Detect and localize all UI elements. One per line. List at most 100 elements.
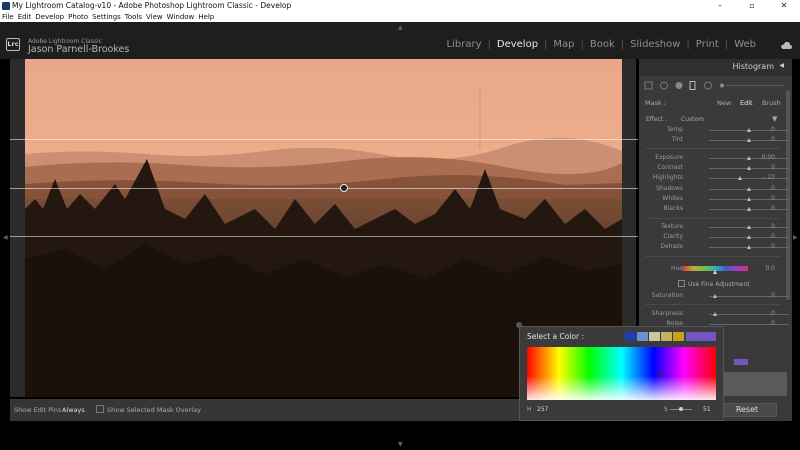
hue-value[interactable]: 0.0	[765, 265, 775, 272]
slider-temp-value[interactable]: 0	[771, 126, 775, 133]
slider-exposure-value[interactable]: 0.00	[762, 154, 775, 161]
close-button[interactable]: ✕	[768, 0, 800, 12]
radial-filter-icon[interactable]	[704, 81, 712, 90]
mask-edit-button[interactable]: Edit	[740, 99, 753, 107]
slider-contrast-value[interactable]: 0	[771, 164, 775, 171]
slider-temp[interactable]: Temp 0	[639, 126, 789, 135]
histogram-header[interactable]: Histogram ◀	[639, 59, 792, 76]
show-edit-pins-select[interactable]: Always	[62, 399, 85, 421]
left-panel-arrow-icon[interactable]: ◀	[3, 234, 8, 241]
effect-disclosure-icon[interactable]: ▼	[772, 115, 777, 123]
slider-knob[interactable]	[746, 225, 751, 229]
slider-shadows[interactable]: Shadows 0	[639, 185, 789, 194]
show-mask-overlay-checkbox[interactable]: Show Selected Mask Overlay	[96, 399, 201, 421]
slider-knob[interactable]	[746, 245, 751, 249]
slider-knob[interactable]	[746, 187, 751, 191]
slider-texture[interactable]: Texture 0	[639, 223, 789, 232]
slider-knob[interactable]	[746, 197, 751, 201]
color-spectrum[interactable]	[527, 347, 716, 400]
saturation-field-value[interactable]: 51	[703, 406, 711, 413]
mask-pin-icon[interactable]	[340, 184, 348, 192]
module-slideshow[interactable]: Slideshow	[624, 39, 686, 50]
slider-track[interactable]	[709, 296, 789, 297]
module-map[interactable]: Map	[547, 39, 580, 50]
slider-knob[interactable]	[746, 166, 751, 170]
use-fine-adjustment-checkbox[interactable]: Use Fine Adjustment	[678, 280, 750, 288]
hue-field-value[interactable]: 257	[537, 406, 548, 413]
slider-dehaze-value[interactable]: 0	[771, 243, 775, 250]
slider-contrast[interactable]: Contrast 0	[639, 164, 789, 173]
slider-knob[interactable]	[713, 294, 717, 298]
slider-knob[interactable]	[746, 138, 751, 142]
slider-highlights[interactable]: Highlights – 22	[639, 174, 789, 183]
crop-icon[interactable]	[644, 81, 653, 90]
menu-settings[interactable]: Settings	[92, 12, 121, 22]
menu-tools[interactable]: Tools	[125, 12, 142, 22]
mask-color-swatch[interactable]	[734, 359, 748, 365]
mask-new-button[interactable]: New	[717, 99, 731, 107]
color-swatch[interactable]	[649, 332, 660, 341]
gradient-guide-line-center[interactable]	[10, 188, 638, 189]
effect-preset-select[interactable]: Custom	[681, 116, 704, 123]
brush-icon[interactable]	[720, 83, 724, 88]
module-develop[interactable]: Develop	[491, 39, 544, 50]
slider-blacks[interactable]: Blacks 0	[639, 205, 789, 214]
slider-tint[interactable]: Tint 0	[639, 136, 789, 145]
slider-whites[interactable]: Whites 0	[639, 195, 789, 204]
color-swatch[interactable]	[673, 332, 684, 341]
bottom-panel-arrow-icon[interactable]: ▼	[398, 441, 403, 448]
menu-help[interactable]: Help	[198, 12, 214, 22]
slider-track[interactable]	[709, 324, 789, 325]
slider-shadows-value[interactable]: 0	[771, 185, 775, 192]
slider-exposure[interactable]: Exposure 0.00	[639, 154, 789, 163]
slider-whites-value[interactable]: 0	[771, 195, 775, 202]
color-swatch[interactable]	[661, 332, 672, 341]
slider-saturation[interactable]: Saturation 0	[639, 292, 789, 301]
slider-saturation-value[interactable]: 0	[771, 292, 775, 299]
hue-slider-knob[interactable]	[713, 270, 717, 274]
color-swatch[interactable]	[637, 332, 648, 341]
module-print[interactable]: Print	[690, 39, 725, 50]
gradient-guide-line-top[interactable]	[10, 139, 638, 140]
slider-knob[interactable]	[713, 312, 717, 316]
menu-edit[interactable]: Edit	[18, 12, 32, 22]
menu-develop[interactable]: Develop	[35, 12, 64, 22]
slider-track[interactable]	[709, 178, 789, 179]
right-panel-arrow-icon[interactable]: ▶	[793, 234, 798, 241]
slider-clarity[interactable]: Clarity 0	[639, 233, 789, 242]
graduated-filter-icon[interactable]	[689, 81, 696, 90]
cloud-sync-icon[interactable]	[780, 42, 792, 50]
slider-clarity-value[interactable]: 0	[771, 233, 775, 240]
slider-knob[interactable]	[746, 156, 751, 160]
color-swatch[interactable]	[625, 332, 636, 341]
slider-knob[interactable]	[746, 128, 751, 132]
maximize-button[interactable]: ▫	[736, 0, 768, 12]
module-book[interactable]: Book	[584, 39, 621, 50]
slider-noise-value[interactable]: 0	[771, 320, 775, 327]
slider-dehaze[interactable]: Dehaze 0	[639, 243, 789, 252]
menu-file[interactable]: File	[2, 12, 14, 22]
reset-button[interactable]: Reset	[717, 403, 777, 417]
red-eye-icon[interactable]	[675, 82, 683, 89]
slider-blacks-value[interactable]: 0	[771, 205, 775, 212]
slider-track[interactable]	[709, 314, 789, 315]
slider-knob[interactable]	[746, 207, 751, 211]
menu-view[interactable]: View	[146, 12, 163, 22]
slider-tint-value[interactable]: 0	[771, 136, 775, 143]
color-spectrum-marker[interactable]	[658, 372, 662, 376]
slider-highlights-value[interactable]: – 22	[762, 174, 775, 181]
top-panel-arrow-icon[interactable]: ▲	[398, 24, 403, 31]
collapse-arrow-icon[interactable]: ◀	[779, 62, 784, 69]
spot-removal-icon[interactable]	[660, 81, 668, 90]
mask-brush-button[interactable]: Brush	[762, 99, 781, 107]
slider-texture-value[interactable]: 0	[771, 223, 775, 230]
gradient-guide-line-bottom[interactable]	[10, 236, 638, 237]
menu-photo[interactable]: Photo	[68, 12, 88, 22]
menu-window[interactable]: Window	[167, 12, 195, 22]
slider-knob[interactable]	[746, 235, 751, 239]
slider-sharpness-value[interactable]: 0	[771, 310, 775, 317]
slider-sharpness[interactable]: Sharpness 0	[639, 310, 789, 319]
slider-knob[interactable]	[737, 176, 742, 180]
module-library[interactable]: Library	[441, 39, 488, 50]
module-web[interactable]: Web	[728, 39, 762, 50]
